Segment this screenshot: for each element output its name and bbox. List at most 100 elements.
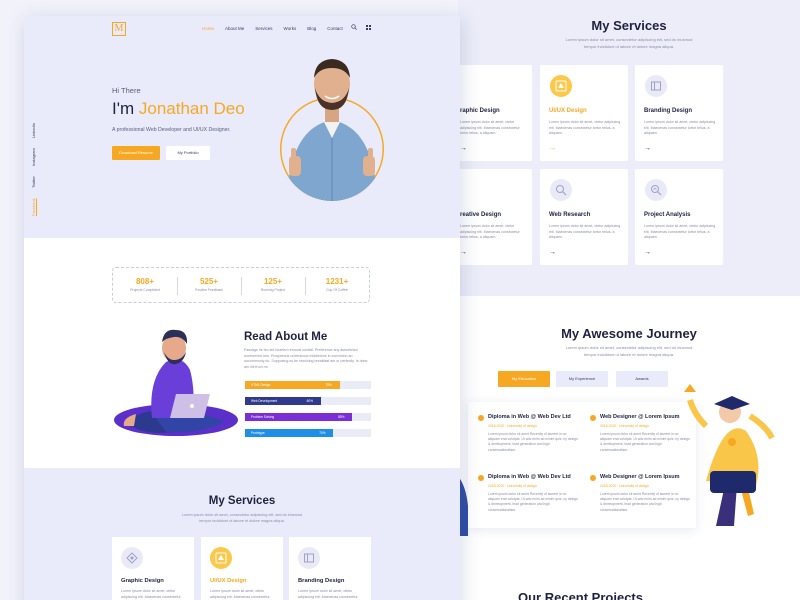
service-card-text: Lorem ipsum dolor sit amet, ctetur adipi… (460, 120, 520, 135)
social-linkedin[interactable]: LinkedIn (31, 123, 36, 138)
timeline-dot-icon (590, 415, 596, 421)
hero-portrait-image (280, 59, 384, 201)
service-card-title: reative Design (460, 212, 502, 218)
stats-panel: 808+ Projects Completed 525+ Positive Fe… (112, 267, 370, 303)
services-section: My Services Lorem ipsum dolor sit amet, … (24, 468, 460, 600)
web-research-icon (550, 179, 572, 201)
service-card-title: UI/UX Design (210, 578, 247, 584)
skill-name: Web Development (251, 399, 278, 403)
service-card-text: Lorem ipsum dolor sit amet, ctetur adipi… (460, 224, 520, 239)
skill-name: HTML Design (251, 383, 271, 387)
tab-my-education[interactable]: My Education (498, 371, 550, 387)
about-title: Read About Me (244, 331, 328, 343)
tab-my-experience[interactable]: My Experience (556, 371, 608, 387)
tab-awards[interactable]: Awards (616, 371, 668, 387)
stat-label: Projects Completed (130, 288, 160, 292)
service-card-web-research[interactable]: Web Research Lorem ipsum dolor sit amet,… (540, 169, 628, 265)
arrow-right-icon[interactable]: → (549, 145, 556, 152)
download-resume-button[interactable]: Download Resume (112, 146, 160, 160)
timeline-dot-icon (478, 415, 484, 421)
journey-title: My Awesome Journey (561, 326, 697, 341)
service-card-uiux-design[interactable]: UI/UX Design Lorem ipsum dolor sit amet,… (540, 65, 628, 161)
skill-name: Problem Solving (251, 415, 275, 419)
services-subtitle-line: tempor incididunt ut labore et dolore ma… (199, 519, 285, 523)
nav-blog[interactable]: Blog (307, 26, 316, 31)
journey-item-meta: 2018-2020 · University of design (488, 484, 537, 488)
services-subtitle: Lorem ipsum dolor sit amet, consectetur … (24, 512, 460, 524)
stat-label: Cup Of Coffee (326, 288, 348, 292)
service-card-graphic-design[interactable]: raphic Design Lorem ipsum dolor sit amet… (458, 65, 532, 161)
services-title: My Services (208, 495, 276, 507)
services-section-subtitle: Lorem ipsum dolor sit amet, consectetur … (565, 37, 693, 42)
main-nav: Home About Me Services Works Blog Contac… (202, 26, 354, 31)
nav-works[interactable]: Works (284, 26, 297, 31)
hero-name-prefix: I'm (112, 99, 139, 118)
journey-subtitle: Lorem ipsum dolor sit amet, consectetur … (565, 345, 693, 350)
foreground-mockup-page: M Home About Me Services Works Blog Cont… (24, 16, 460, 600)
projects-title-partial: Our Recent Projects (518, 590, 643, 600)
journey-item-meta: 2018-2020 · University of design (488, 424, 537, 428)
journey-item-title: Diploma in Web @ Web Dev Ltd (488, 474, 571, 480)
graphic-design-icon (121, 547, 143, 569)
journey-item-text: Lorem ipsum dolor sit amet Recently of l… (488, 492, 578, 512)
skill-name: Prototype (251, 431, 265, 435)
nav-contact[interactable]: Contact (327, 26, 343, 31)
journey-subtitle-2: tempor incididunt ut labore et dolore ma… (583, 352, 675, 357)
skill-percent: 85% (338, 415, 345, 419)
social-twitter[interactable]: Twitter (31, 176, 36, 188)
stat-item: 125+ Running Project (241, 268, 305, 302)
journey-item-meta: 2018-2020 · University of design (600, 484, 649, 488)
arrow-right-icon[interactable]: → (644, 249, 651, 256)
journey-item-meta: 2018-2020 · University of design (600, 424, 649, 428)
social-facebook[interactable]: Facebook (31, 198, 36, 216)
skill-percent: 75% (325, 383, 332, 387)
nav-home[interactable]: Home (202, 26, 214, 31)
arrow-right-icon[interactable]: → (460, 145, 467, 152)
nav-services[interactable]: Services (255, 26, 272, 31)
service-card-title: Branding Design (644, 108, 693, 114)
search-icon[interactable] (351, 24, 357, 30)
grid-menu-icon[interactable] (366, 25, 371, 30)
timeline-dot-icon (478, 475, 484, 481)
stat-item: 525+ Positive Feedback (177, 268, 241, 302)
my-portfolio-button[interactable]: My Portfolio (166, 146, 210, 160)
arrow-right-icon[interactable]: → (460, 249, 467, 256)
uiux-design-icon (550, 75, 572, 97)
journey-item-title: Web Designer @ Lorem Ipsum (600, 474, 680, 480)
service-card-title: UI/UX Design (549, 108, 587, 114)
background-mockup-page: My Services Lorem ipsum dolor sit amet, … (458, 0, 800, 600)
services-section-subtitle-2: tempor incididunt ut labore et dolore ma… (583, 44, 675, 49)
service-card-uiux-design[interactable]: UI/UX Design Lorem ipsum dolor sit amet,… (201, 537, 283, 600)
service-card-creative-design[interactable]: reative Design Lorem ipsum dolor sit ame… (458, 169, 532, 265)
service-card-graphic-design[interactable]: Graphic Design Lorem ipsum dolor sit ame… (112, 537, 194, 600)
service-card-text: Lorem ipsum dolor sit amet, ctetur adipi… (549, 224, 621, 239)
social-instagram[interactable]: Instagram (31, 148, 36, 166)
skill-bar: HTML Design 75% (245, 381, 371, 389)
service-card-text: Lorem ipsum dolor sit amet, ctetur adipi… (298, 589, 358, 599)
service-card-project-analysis[interactable]: Project Analysis Lorem ipsum dolor sit a… (635, 169, 723, 265)
logo[interactable]: M (112, 22, 126, 36)
stat-value: 808+ (135, 277, 155, 286)
hero-description: A professional Web Developer and UI/UX D… (112, 127, 231, 133)
arrow-right-icon[interactable]: → (549, 249, 556, 256)
service-card-branding-design[interactable]: Branding Design Lorem ipsum dolor sit am… (289, 537, 371, 600)
timeline-dot-icon (590, 475, 596, 481)
hero-name: Jonathan Deo (138, 99, 245, 118)
service-card-branding-design[interactable]: Branding Design Lorem ipsum dolor sit am… (635, 65, 723, 161)
stat-value: 525+ (199, 277, 219, 286)
journey-section: My Awesome Journey Lorem ipsum dolor sit… (458, 296, 800, 600)
service-card-text: Lorem ipsum dolor sit amet, ctetur adipi… (644, 224, 716, 239)
hero-heading: I'm Jonathan Deo (112, 99, 245, 119)
nav-about-me[interactable]: About Me (225, 26, 244, 31)
service-card-text: Lorem ipsum dolor sit amet, ctetur adipi… (644, 120, 716, 135)
branding-design-icon (298, 547, 320, 569)
journey-card: Diploma in Web @ Web Dev Ltd 2018-2020 ·… (468, 402, 696, 528)
service-card-text: Lorem ipsum dolor sit amet, ctetur adipi… (121, 589, 181, 599)
service-card-title: Branding Design (298, 578, 345, 584)
graduate-illustration (684, 384, 775, 526)
skill-bar: Prototype 70% (245, 429, 371, 437)
stat-label: Running Project (260, 288, 286, 292)
stat-value: 1231+ (325, 277, 349, 286)
hero-section: M Home About Me Services Works Blog Cont… (24, 16, 460, 238)
arrow-right-icon[interactable]: → (644, 145, 651, 152)
